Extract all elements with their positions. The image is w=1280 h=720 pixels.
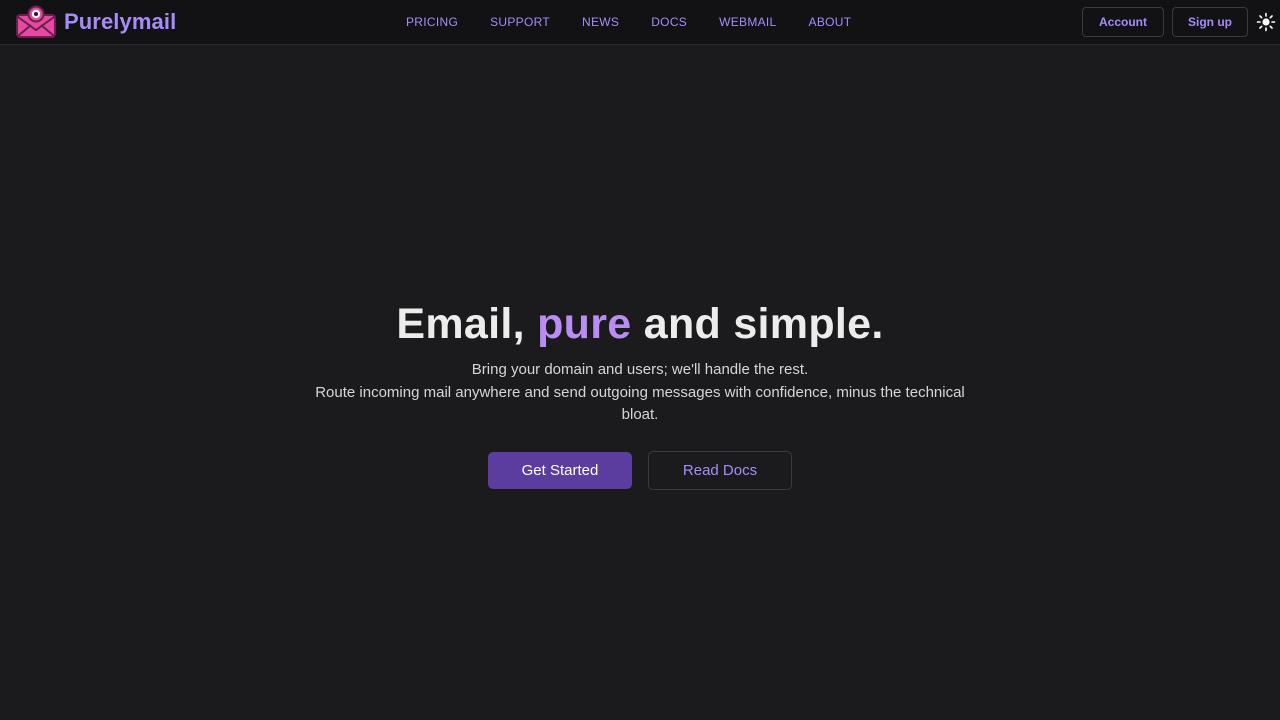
nav-link-docs[interactable]: DOCS xyxy=(651,15,687,29)
brand-home-link[interactable]: Purelymail xyxy=(16,3,176,41)
read-docs-button[interactable]: Read Docs xyxy=(648,450,792,490)
hero-subtitle-line1: Bring your domain and users; we'll handl… xyxy=(471,361,809,378)
envelope-eye-icon xyxy=(16,5,56,38)
nav-link-pricing[interactable]: PRICING xyxy=(406,15,458,29)
theme-toggle-button[interactable] xyxy=(1255,11,1277,33)
account-button[interactable]: Account xyxy=(1082,7,1164,37)
hero-subtitle: Bring your domain and users; we'll handl… xyxy=(295,359,985,427)
brand-name: Purelymail xyxy=(64,9,177,34)
hero-title: Email, pure and simple. xyxy=(0,296,1280,352)
nav-link-support[interactable]: SUPPORT xyxy=(490,15,550,29)
hero-section: Email, pure and simple. Bring your domai… xyxy=(0,296,1280,490)
nav-link-about[interactable]: ABOUT xyxy=(809,15,852,29)
signup-button[interactable]: Sign up xyxy=(1172,7,1248,37)
nav-link-news[interactable]: NEWS xyxy=(582,15,619,29)
hero-title-accent: pure xyxy=(537,300,632,348)
navbar: Purelymail PRICING SUPPORT NEWS DOCS WEB… xyxy=(0,0,1280,45)
main-nav: PRICING SUPPORT NEWS DOCS WEBMAIL ABOUT xyxy=(406,0,883,44)
hero-title-end: and simple. xyxy=(631,300,884,348)
sun-icon xyxy=(1256,12,1276,32)
hero-actions: Get Started Read Docs xyxy=(0,450,1280,490)
hero-subtitle-line2: Route incoming mail anywhere and send ou… xyxy=(315,383,965,424)
hero-title-start: Email, xyxy=(396,300,538,348)
get-started-button[interactable]: Get Started xyxy=(488,451,632,489)
nav-link-webmail[interactable]: WEBMAIL xyxy=(719,15,776,29)
